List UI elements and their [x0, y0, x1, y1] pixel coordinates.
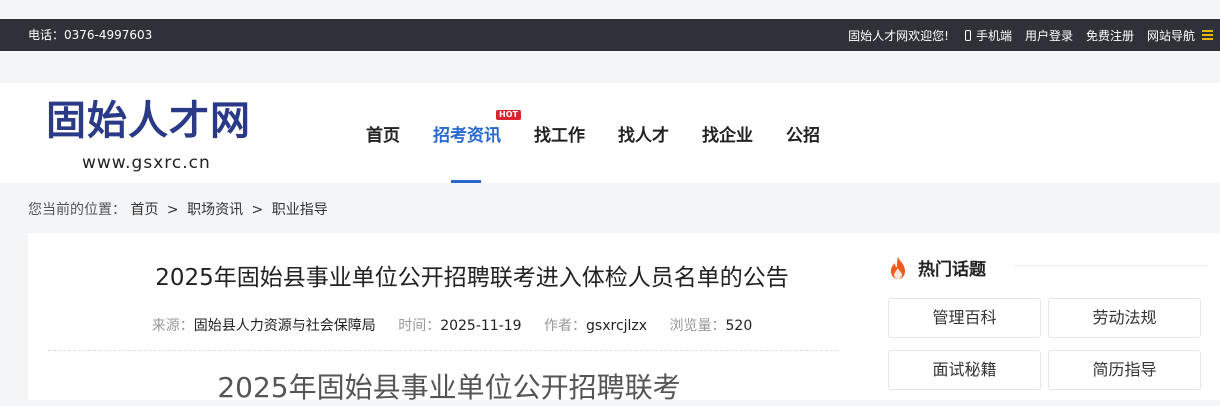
author-value: gsxrcjlzx	[586, 318, 648, 334]
breadcrumb-career-news[interactable]: 职场资讯	[187, 202, 243, 218]
time-value: 2025-11-19	[440, 318, 522, 334]
mobile-link-label: 手机端	[975, 28, 1012, 43]
register-link[interactable]: 免费注册	[1086, 27, 1134, 44]
logo-url: www.gsxrc.cn	[82, 153, 211, 173]
nav-item-home[interactable]: 首页	[366, 121, 400, 146]
article-meta: 来源：固始县人力资源与社会保障局 时间：2025-11-19 作者：gsxrcj…	[28, 315, 876, 335]
article-body-heading: 2025年固始县事业单位公开招聘联考	[217, 371, 681, 404]
meta-divider	[48, 350, 838, 351]
nav-item-exam-news[interactable]: 招考资讯	[433, 121, 501, 146]
phone-number: 电话：0376-4997603	[28, 28, 153, 42]
menu-icon	[1202, 28, 1213, 42]
nav-item-find-job[interactable]: 找工作	[534, 121, 585, 146]
site-logo[interactable]: 固始人才网 www.gsxrc.cn	[46, 97, 256, 177]
views-label: 浏览量：	[669, 318, 726, 334]
site-nav-link[interactable]: 网站导航	[1146, 27, 1213, 44]
top-bar: 电话：0376-4997603 固始人才网欢迎您! 手机端 用户登录 免费注册 …	[0, 19, 1220, 51]
breadcrumb-prefix: 您当前的位置：	[28, 202, 126, 218]
nav-item-find-company[interactable]: 找企业	[702, 121, 753, 146]
views-value: 520	[725, 318, 753, 334]
breadcrumb-career-guide[interactable]: 职业指导	[272, 202, 328, 218]
nav-item-public-recruit[interactable]: 公招	[786, 121, 820, 146]
breadcrumb-home[interactable]: 首页	[130, 202, 158, 218]
article-title: 2025年固始县事业单位公开招聘联考进入体检人员名单的公告	[155, 265, 789, 291]
mobile-phone-icon	[964, 29, 971, 41]
breadcrumb-separator: >	[251, 202, 264, 218]
welcome-text: 固始人才网欢迎您!	[848, 28, 949, 43]
topic-interview-tips[interactable]: 面试秘籍	[888, 350, 1041, 390]
active-nav-indicator	[451, 180, 481, 183]
topic-labor-law[interactable]: 劳动法规	[1048, 298, 1201, 338]
breadcrumb-separator: >	[166, 202, 179, 218]
topic-resume-guide[interactable]: 简历指导	[1048, 350, 1201, 390]
mobile-link[interactable]: 手机端	[964, 27, 1012, 44]
content-panel: 2025年固始县事业单位公开招聘联考进入体检人员名单的公告 来源：固始县人力资源…	[28, 233, 1220, 404]
author-label: 作者：	[544, 318, 587, 334]
top-spacer	[0, 0, 1220, 19]
nav-item-find-talent[interactable]: 找人才	[618, 121, 669, 146]
hot-topics-title: 热门话题	[888, 255, 986, 280]
hot-topics-line	[1013, 265, 1208, 266]
site-nav-label: 网站导航	[1146, 28, 1195, 43]
source-value: 固始县人力资源与社会保障局	[193, 318, 376, 334]
time-label: 时间：	[398, 318, 441, 334]
site-header: 固始人才网 www.gsxrc.cn 首页 招考资讯 HOT 找工作 找人才 找…	[0, 83, 1220, 183]
hot-badge: HOT	[496, 110, 521, 120]
source-label: 来源：	[151, 318, 194, 334]
fire-icon	[891, 256, 905, 279]
login-link[interactable]: 用户登录	[1025, 27, 1073, 44]
logo-title: 固始人才网	[46, 97, 251, 144]
top-bar-links: 固始人才网欢迎您! 手机端 用户登录 免费注册 网站导航	[848, 19, 1220, 51]
topic-management-wiki[interactable]: 管理百科	[888, 298, 1041, 338]
hot-topics-label: 热门话题	[918, 260, 986, 280]
breadcrumb: 您当前的位置： 首页 > 职场资讯 > 职业指导	[28, 199, 328, 219]
